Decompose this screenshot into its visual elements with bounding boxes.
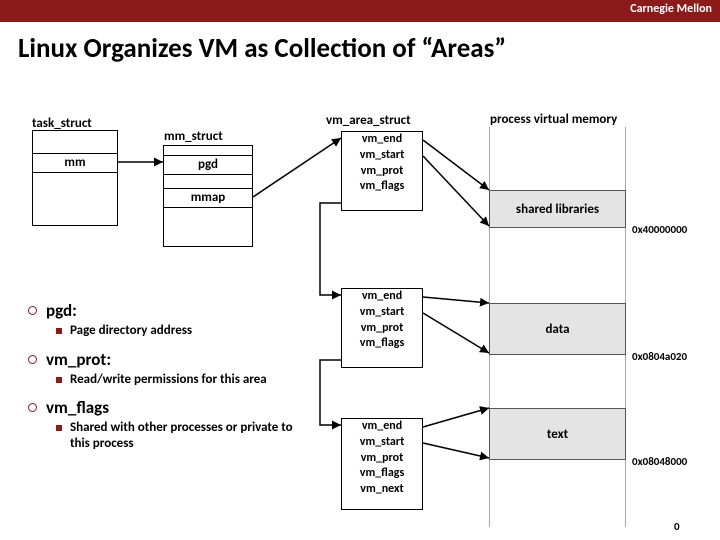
vma-c-1: vm_start xyxy=(342,435,422,451)
mm-struct-label: mm_struct xyxy=(164,129,223,144)
pvm-label: process virtual memory xyxy=(490,112,617,127)
bullet-icon xyxy=(28,355,37,364)
region-text: text xyxy=(489,408,626,460)
subbullet-icon xyxy=(56,328,62,334)
addr-shared-top: 0x40000000 xyxy=(632,223,687,236)
addr-data-bottom: 0x0804a020 xyxy=(632,350,687,363)
addr-text-bottom: 0x08048000 xyxy=(632,455,687,468)
vma-box-a: vm_end vm_start vm_prot vm_flags xyxy=(341,131,423,211)
bullet-vmprot-sub: Read/write permissions for this area xyxy=(70,372,267,388)
brand-label: Carnegie Mellon xyxy=(630,2,712,16)
bullet-icon xyxy=(28,403,37,412)
addr-zero: 0 xyxy=(674,520,680,533)
vma-box-c: vm_end vm_start vm_prot vm_flags vm_next xyxy=(341,418,423,510)
vma-box-b: vm_end vm_start vm_prot vm_flags xyxy=(341,288,423,368)
vma-a-0: vm_end xyxy=(342,132,422,148)
vma-label: vm_area_struct xyxy=(326,113,411,128)
task-struct-box: mm xyxy=(32,130,118,226)
task-struct-label: task_struct xyxy=(32,116,92,131)
page-title: Linux Organizes VM as Collection of “Are… xyxy=(0,22,720,71)
vma-b-0: vm_end xyxy=(342,289,422,305)
vma-c-4: vm_next xyxy=(342,482,422,498)
bullet-vmprot: vm_prot: xyxy=(46,349,111,370)
mmap-field: mmap xyxy=(163,188,253,208)
vma-b-2: vm_prot xyxy=(342,321,422,337)
vma-c-3: vm_flags xyxy=(342,466,422,482)
vma-b-1: vm_start xyxy=(342,305,422,321)
region-data: data xyxy=(489,303,626,355)
vma-c-2: vm_prot xyxy=(342,451,422,467)
pgd-field: pgd xyxy=(163,155,253,175)
bullet-pgd-sub: Page directory address xyxy=(70,323,192,339)
mm-struct-box: pgd mmap xyxy=(163,145,253,247)
vma-b-3: vm_flags xyxy=(342,336,422,352)
mm-field: mm xyxy=(32,153,118,173)
vma-c-0: vm_end xyxy=(342,419,422,435)
region-shared: shared libraries xyxy=(489,190,626,228)
subbullet-icon xyxy=(56,425,62,431)
bullets: pgd: Page directory address vm_prot: Rea… xyxy=(28,300,308,461)
bullet-vmflags: vm_flags xyxy=(46,397,109,418)
bullet-pgd: pgd: xyxy=(46,300,77,321)
bullet-icon xyxy=(28,306,37,315)
subbullet-icon xyxy=(56,377,62,383)
vma-a-2: vm_prot xyxy=(342,164,422,180)
bullet-vmflags-sub: Shared with other processes or private t… xyxy=(70,420,308,451)
vma-a-1: vm_start xyxy=(342,148,422,164)
vma-a-3: vm_flags xyxy=(342,179,422,195)
